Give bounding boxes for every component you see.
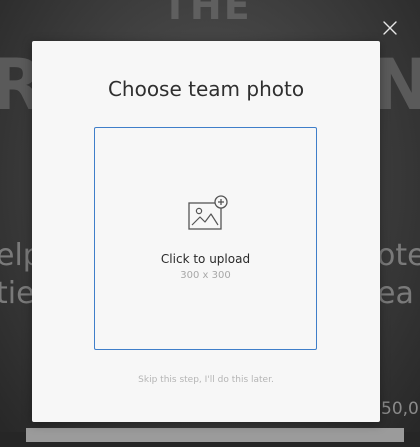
background-text-right-2: ea [377, 276, 414, 311]
background-title-top: THE [162, 0, 252, 28]
background-number: 50,00 [381, 399, 420, 419]
skip-step-link[interactable]: Skip this step, I'll do this later. [32, 375, 380, 385]
background-text-left-2: tie [0, 276, 35, 311]
background-bottom-bar [26, 428, 404, 442]
team-photo-modal: Choose team photo Click to upload 300 x … [32, 41, 380, 422]
close-icon [383, 21, 397, 35]
upload-dropzone[interactable]: Click to upload 300 x 300 [94, 127, 317, 350]
upload-label: Click to upload [160, 252, 251, 266]
add-image-icon [188, 195, 228, 230]
modal-title: Choose team photo [107, 77, 305, 101]
upload-size-hint: 300 x 300 [180, 270, 231, 281]
background-text-right-1: ote [377, 238, 420, 273]
close-button[interactable] [378, 16, 402, 40]
